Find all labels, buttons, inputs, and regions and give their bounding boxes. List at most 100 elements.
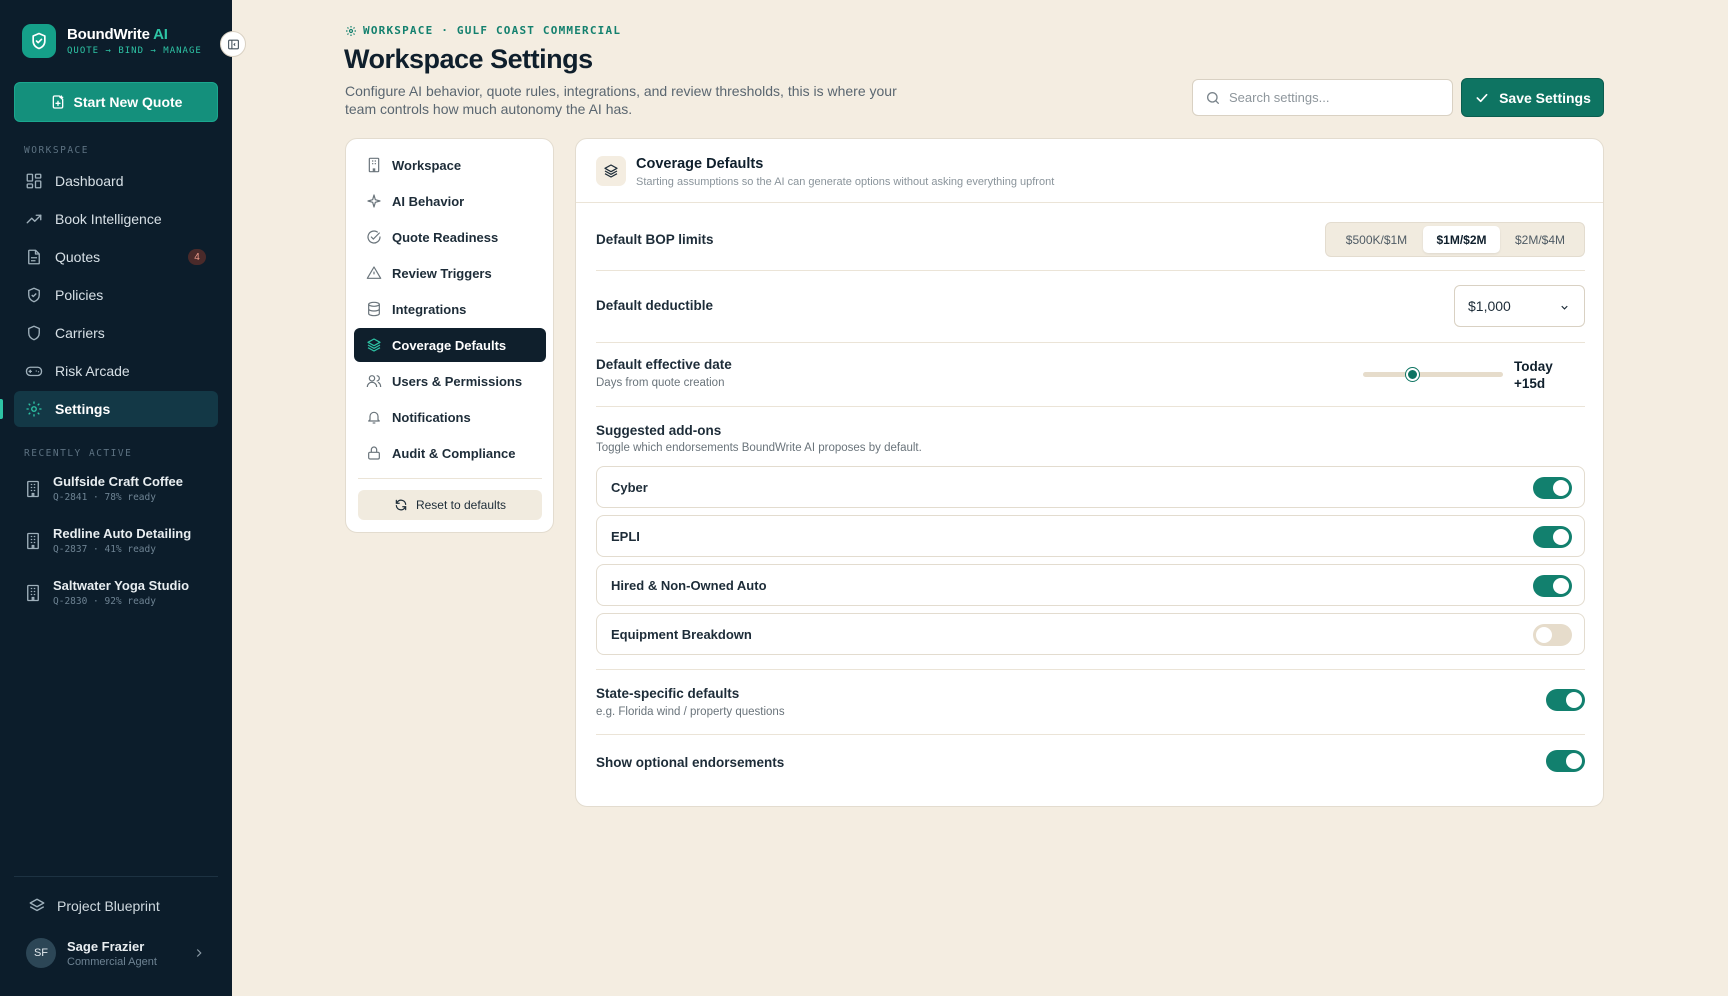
hired-non-owned-auto-toggle[interactable] — [1533, 575, 1572, 597]
menu-item-integrations[interactable]: Integrations — [354, 292, 546, 326]
trend-icon — [26, 214, 42, 224]
recent-item-meta: Q-2830 · 92% ready — [53, 596, 156, 607]
workspace-section-label: WORKSPACE — [24, 145, 89, 156]
menu-item-audit-compliance[interactable]: Audit & Compliance — [354, 436, 546, 470]
gear-icon — [26, 401, 42, 417]
user-role: Commercial Agent — [67, 955, 157, 968]
row-divider — [596, 734, 1585, 735]
bop-option[interactable]: $500K/$1M — [1330, 226, 1423, 253]
sidebar-item-label: Quotes — [55, 249, 101, 265]
addon-row-epli: EPLI — [596, 515, 1585, 557]
brand-name: BoundWrite AI — [67, 26, 168, 43]
recent-item-name: Redline Auto Detailing — [53, 526, 192, 541]
menu-item-label: Users & Permissions — [392, 373, 523, 389]
sidebar-item-label: Dashboard — [55, 173, 124, 189]
menu-item-review-triggers[interactable]: Review Triggers — [354, 256, 546, 290]
gear-icon — [346, 25, 356, 36]
document-icon — [28, 249, 40, 265]
user-profile[interactable]: SF Sage Frazier Commercial Agent — [26, 938, 206, 968]
bop-option[interactable]: $2M/$4M — [1500, 226, 1580, 253]
new-document-icon — [52, 95, 63, 109]
user-name: Sage Frazier — [67, 938, 145, 954]
panel-title: Coverage Defaults — [636, 156, 764, 172]
deductible-value: $1,000 — [1468, 298, 1511, 314]
menu-item-label: Review Triggers — [392, 265, 492, 281]
layers-icon — [367, 338, 381, 352]
collapse-sidebar-button[interactable] — [220, 31, 246, 57]
effective-date-value-day: Today — [1514, 359, 1553, 374]
reset-to-defaults-button[interactable]: Reset to defaults — [358, 490, 542, 520]
sidebar-item-book-intelligence[interactable]: Book Intelligence — [14, 201, 218, 237]
page-title: Workspace Settings — [344, 44, 593, 74]
building-icon — [27, 532, 39, 550]
optional-endorsements-label: Show optional endorsements — [596, 755, 785, 770]
cyber-toggle[interactable] — [1533, 477, 1572, 499]
brand[interactable]: BoundWrite AI QUOTE → BIND → MANAGE — [22, 24, 202, 58]
refresh-icon — [395, 499, 407, 511]
search-icon — [1207, 91, 1219, 104]
sparkle-icon — [367, 194, 381, 208]
layers-icon — [596, 156, 626, 186]
sidebar-item-risk-arcade[interactable]: Risk Arcade — [14, 353, 218, 389]
effective-date-value: Today +15d — [1514, 358, 1574, 392]
save-settings-button[interactable]: Save Settings — [1461, 78, 1604, 117]
recent-item-name: Gulfside Craft Coffee — [53, 474, 184, 489]
addons-label: Suggested add-ons — [596, 423, 722, 438]
sidebar-item-dashboard[interactable]: Dashboard — [14, 163, 218, 199]
addon-label: EPLI — [611, 528, 640, 544]
recent-item[interactable]: Gulfside Craft Coffee Q-2841 · 78% ready — [14, 466, 218, 518]
effective-date-slider[interactable] — [1363, 368, 1503, 381]
menu-item-label: Quote Readiness — [392, 229, 499, 245]
page-subtitle: Configure AI behavior, quote rules, inte… — [345, 83, 897, 117]
effective-date-value-offset: +15d — [1514, 376, 1546, 391]
effective-date-hint: Days from quote creation — [596, 377, 725, 389]
bop-option-selected[interactable]: $1M/$2M — [1423, 226, 1500, 253]
sidebar-item-label: Carriers — [55, 325, 105, 341]
recent-item-meta: Q-2837 · 41% ready — [53, 544, 156, 555]
sidebar-item-quotes[interactable]: Quotes 4 — [14, 239, 218, 275]
coverage-defaults-panel: Coverage Defaults Starting assumptions s… — [575, 138, 1604, 807]
addon-label: Equipment Breakdown — [611, 626, 752, 642]
addon-row-equipment-breakdown: Equipment Breakdown — [596, 613, 1585, 655]
recent-item[interactable]: Redline Auto Detailing Q-2837 · 41% read… — [14, 518, 218, 570]
addon-row-hired-non-owned-auto: Hired & Non-Owned Auto — [596, 564, 1585, 606]
chevron-down-icon — [1561, 305, 1568, 310]
bop-limits-label: Default BOP limits — [596, 232, 714, 247]
sidebar: BoundWrite AI QUOTE → BIND → MANAGE Star… — [0, 0, 232, 996]
deductible-select[interactable]: $1,000 — [1454, 285, 1585, 327]
search-box[interactable] — [1192, 79, 1453, 116]
menu-item-coverage-defaults[interactable]: Coverage Defaults — [354, 328, 546, 362]
menu-item-label: Integrations — [392, 301, 467, 317]
search-input[interactable] — [1229, 90, 1439, 105]
optional-endorsements-toggle[interactable] — [1546, 750, 1585, 772]
epli-toggle[interactable] — [1533, 526, 1572, 548]
start-new-quote-button[interactable]: Start New Quote — [14, 82, 218, 122]
bop-limits-selector: $500K/$1M $1M/$2M $2M/$4M — [1325, 222, 1585, 257]
sidebar-item-carriers[interactable]: Carriers — [14, 315, 218, 351]
menu-item-notifications[interactable]: Notifications — [354, 400, 546, 434]
slider-thumb[interactable] — [1406, 368, 1419, 381]
lock-icon — [368, 446, 380, 460]
menu-divider — [358, 478, 542, 479]
menu-item-users-permissions[interactable]: Users & Permissions — [354, 364, 546, 398]
menu-item-quote-readiness[interactable]: Quote Readiness — [354, 220, 546, 254]
sidebar-item-policies[interactable]: Policies — [14, 277, 218, 313]
start-new-quote-label: Start New Quote — [73, 94, 183, 110]
sidebar-item-settings[interactable]: Settings — [0, 391, 218, 427]
state-defaults-hint: e.g. Florida wind / property questions — [596, 706, 785, 718]
building-icon — [27, 584, 39, 602]
chevron-right-icon — [196, 949, 202, 957]
menu-item-ai-behavior[interactable]: AI Behavior — [354, 184, 546, 218]
sidebar-collapse-icon — [227, 39, 239, 49]
menu-item-workspace[interactable]: Workspace — [354, 148, 546, 182]
project-blueprint-link[interactable]: Project Blueprint — [28, 897, 160, 915]
gamepad-icon — [25, 366, 43, 377]
addons-hint: Toggle which endorsements BoundWrite AI … — [596, 442, 922, 454]
menu-item-label: Notifications — [392, 409, 471, 425]
equipment-breakdown-toggle[interactable] — [1533, 624, 1572, 646]
check-circle-icon — [367, 230, 381, 244]
state-defaults-toggle[interactable] — [1546, 689, 1585, 711]
menu-item-label: Coverage Defaults — [392, 337, 507, 353]
recent-item[interactable]: Saltwater Yoga Studio Q-2830 · 92% ready — [14, 570, 218, 622]
sidebar-divider — [14, 876, 218, 877]
